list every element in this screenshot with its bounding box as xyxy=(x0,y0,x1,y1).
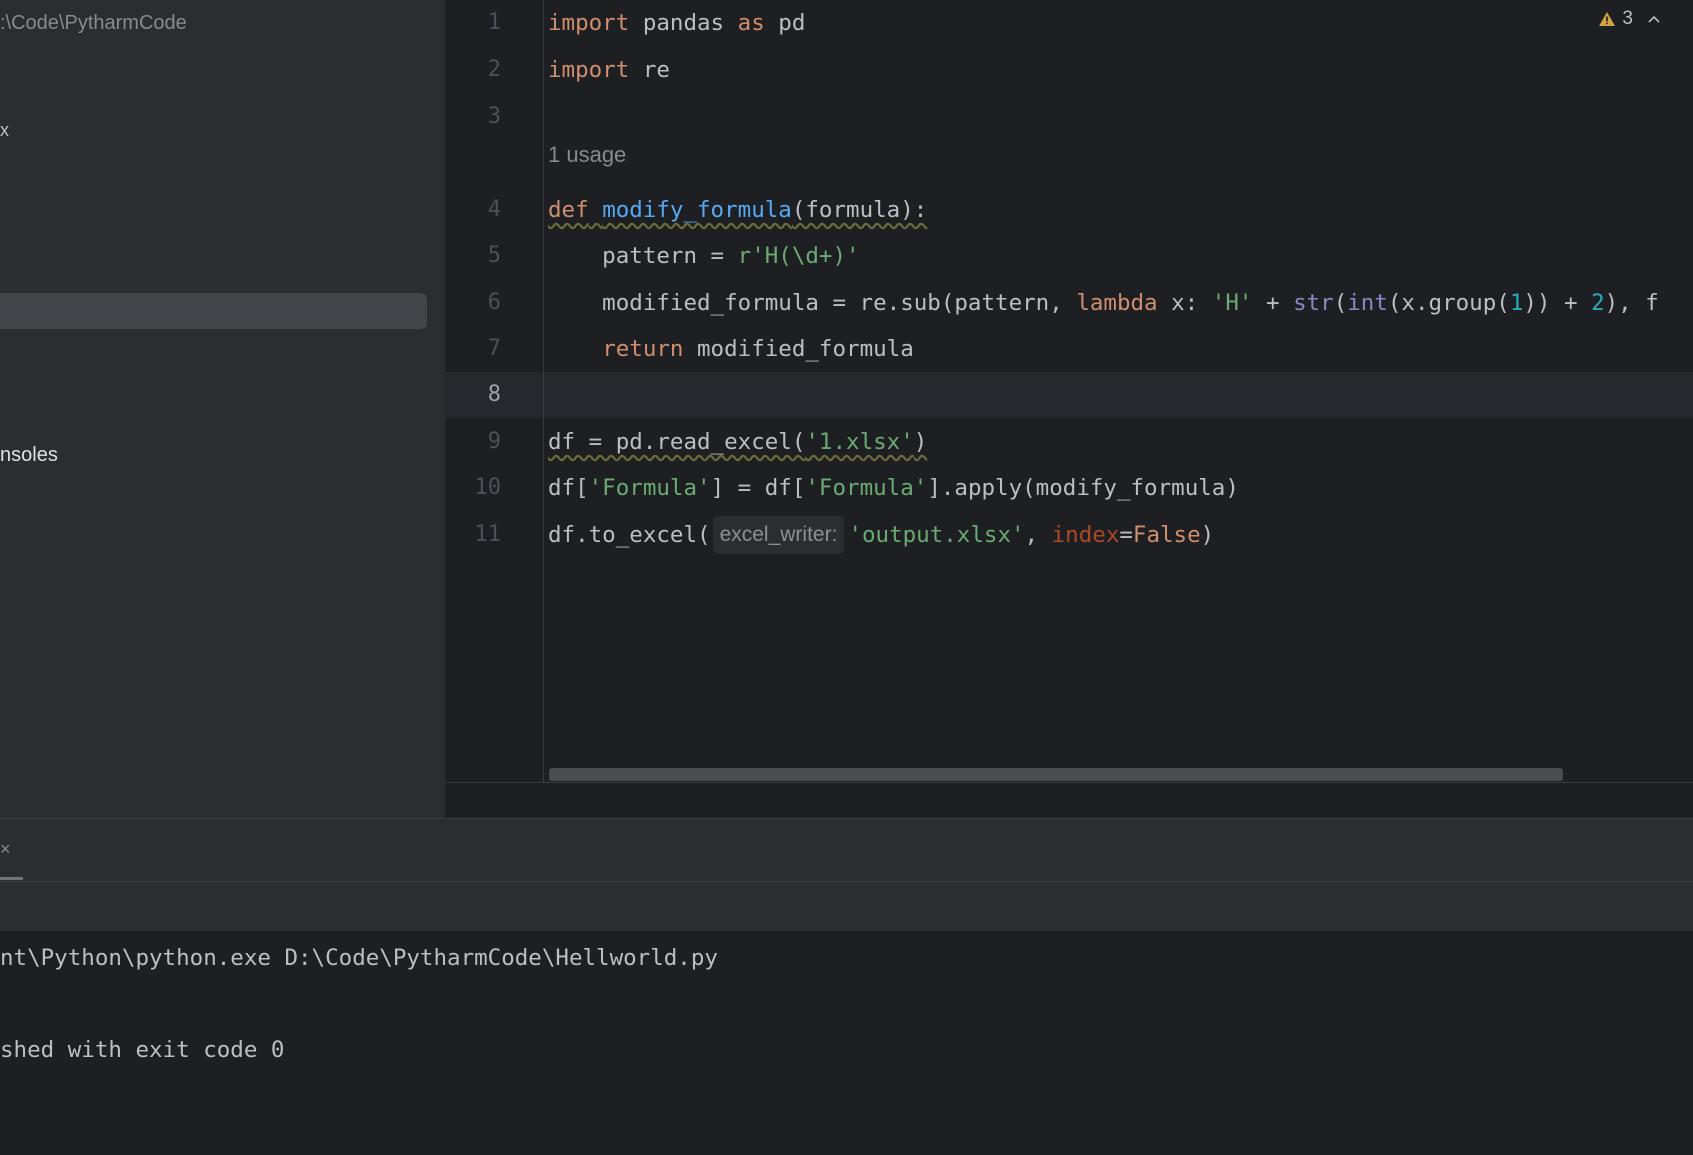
code-text: modified_formula = re.sub(pattern, xyxy=(548,290,1077,316)
code-line-3[interactable]: 3 xyxy=(445,94,1693,140)
code-line-6[interactable]: 6 modified_formula = re.sub(pattern, lam… xyxy=(445,280,1693,326)
code-line-4[interactable]: 4 def modify_formula(formula): xyxy=(445,187,1693,233)
code-text: )) + xyxy=(1523,290,1592,316)
code-text: ( xyxy=(1333,290,1348,316)
code-text: (formula): xyxy=(791,197,928,223)
keyword: def xyxy=(548,197,589,223)
code-text: (x.group( xyxy=(1387,290,1510,316)
line-number[interactable]: 4 xyxy=(445,187,501,233)
keyword: return xyxy=(602,336,684,362)
line-number[interactable]: 7 xyxy=(445,326,501,372)
string-literal: '1.xlsx' xyxy=(805,429,914,455)
keyword: import xyxy=(548,10,630,36)
code-text: ].apply(modify_formula) xyxy=(927,475,1239,501)
builtin: str xyxy=(1293,290,1334,316)
code-line-10[interactable]: 10 df['Formula'] = df['Formula'].apply(m… xyxy=(445,465,1693,511)
run-tool-window-header: × xyxy=(0,818,1693,881)
horizontal-scrollbar[interactable] xyxy=(549,768,1563,781)
keyword: lambda xyxy=(1076,290,1158,316)
code-text: = xyxy=(1119,522,1133,548)
code-editor[interactable]: 3 1 import pandas as pd 2 import re 3 1 … xyxy=(445,0,1693,818)
code-line-2[interactable]: 2 import re xyxy=(445,47,1693,93)
project-sidebar: :\Code\PytharmCode x nsoles xyxy=(0,0,445,818)
number-literal: 2 xyxy=(1591,290,1605,316)
run-toolbar xyxy=(0,881,1693,932)
builtin: int xyxy=(1347,290,1388,316)
console-line: nt\Python\python.exe D:\Code\PytharmCode… xyxy=(0,945,718,971)
line-number[interactable]: 5 xyxy=(445,233,501,279)
code-line-5[interactable]: 5 pattern = r'H(\d+)' xyxy=(445,233,1693,279)
usage-hint[interactable]: 1 usage xyxy=(548,142,626,168)
run-console-output[interactable]: nt\Python\python.exe D:\Code\PytharmCode… xyxy=(0,931,1693,1155)
string-literal: 'H' xyxy=(1211,290,1253,316)
line-number[interactable]: 3 xyxy=(445,94,501,140)
active-tab-indicator xyxy=(0,877,23,880)
line-number[interactable]: 6 xyxy=(445,280,501,326)
parameter-inlay-hint[interactable]: excel_writer: xyxy=(712,516,845,554)
code-line-8[interactable]: 8 xyxy=(445,372,1693,418)
code-line-7[interactable]: 7 return modified_formula xyxy=(445,326,1693,372)
line-number[interactable]: 9 xyxy=(445,419,501,465)
number-literal: 1 xyxy=(1509,290,1524,316)
code-text: , xyxy=(1024,522,1052,548)
code-line-9[interactable]: 9 df = pd.read_excel('1.xlsx') xyxy=(445,419,1693,465)
string-literal: 'Formula' xyxy=(805,475,928,501)
line-number[interactable]: 8 xyxy=(445,372,501,418)
scratches-and-consoles-item[interactable]: nsoles xyxy=(0,444,58,467)
editor-bottom-border xyxy=(445,782,1693,783)
code-text: df.to_excel( xyxy=(548,522,711,548)
code-text: ] = df[ xyxy=(710,475,806,501)
code-text: + xyxy=(1252,290,1294,316)
code-text: ), f xyxy=(1604,290,1659,316)
line-number[interactable]: 11 xyxy=(445,512,502,558)
string-literal: 'output.xlsx' xyxy=(848,522,1025,548)
project-root-path[interactable]: :\Code\PytharmCode xyxy=(0,12,187,35)
console-line: shed with exit code 0 xyxy=(0,1037,285,1063)
code-text: df = pd.read_excel( xyxy=(548,429,806,455)
code-text: df[ xyxy=(548,475,589,501)
project-tree-item[interactable]: x xyxy=(0,120,9,141)
line-number[interactable]: 1 xyxy=(445,0,501,46)
code-text: x: xyxy=(1157,290,1212,316)
line-number[interactable]: 2 xyxy=(445,47,501,93)
keyword: import xyxy=(548,57,630,83)
code-line-1[interactable]: 1 import pandas as pd xyxy=(445,0,1693,46)
function-name: modify_formula xyxy=(602,197,792,223)
selected-tree-item[interactable] xyxy=(0,293,427,329)
code-text: ) xyxy=(1200,522,1215,548)
keyword: as xyxy=(737,10,765,36)
close-tab-icon[interactable]: × xyxy=(0,839,11,860)
string-literal: r'H(\d+)' xyxy=(737,243,860,269)
line-number[interactable]: 10 xyxy=(445,465,502,511)
code-text: pattern = xyxy=(548,243,738,269)
code-text: modified_formula xyxy=(683,336,914,362)
code-text: pandas xyxy=(629,10,738,36)
code-text: ) xyxy=(913,429,928,455)
code-text: re xyxy=(629,57,670,83)
string-literal: 'Formula' xyxy=(588,475,711,501)
named-parameter: index xyxy=(1051,522,1120,548)
code-text: pd xyxy=(764,10,806,36)
code-line-11[interactable]: 11 df.to_excel(excel_writer:'output.xlsx… xyxy=(445,512,1693,558)
keyword: False xyxy=(1132,522,1201,548)
